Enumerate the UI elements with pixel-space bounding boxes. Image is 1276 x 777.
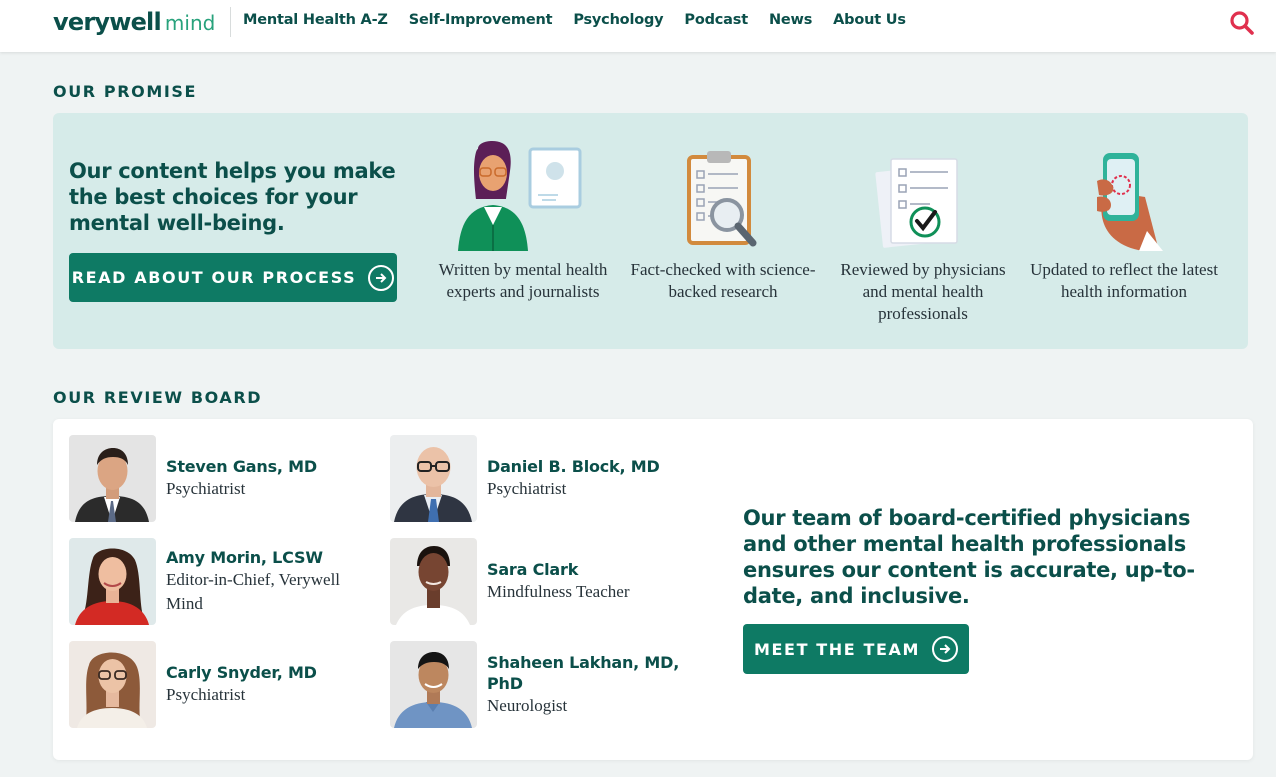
member-info: Shaheen Lakhan, MD, PhD Neurologist (487, 641, 702, 728)
board-statement: Our team of board-certified physicians a… (743, 506, 1195, 608)
member-name[interactable]: Daniel B. Block, MD (487, 456, 702, 477)
board-member[interactable]: Sara Clark Mindfulness Teacher (390, 538, 700, 626)
avatar (390, 641, 477, 728)
feature-label: Fact-checked with science-backed researc… (630, 260, 816, 301)
member-name[interactable]: Carly Snyder, MD (166, 662, 381, 683)
meet-the-team-label: MEET THE TEAM (753, 639, 921, 659)
nav-podcast[interactable]: Podcast (684, 12, 748, 28)
verywell-mind-logo[interactable]: verywell mind (53, 8, 215, 40)
review-board-heading: OUR REVIEW BOARD (53, 388, 263, 407)
site-header: verywell mind Mental Health A-Z Self-Imp… (0, 0, 1276, 52)
member-name[interactable]: Shaheen Lakhan, MD, PhD (487, 652, 702, 694)
promise-statement: Our content helps you make the best choi… (69, 159, 396, 235)
feature-updated: Updated to reflect the latest health inf… (1029, 133, 1219, 303)
meet-the-team-button[interactable]: MEET THE TEAM (743, 624, 969, 674)
member-role: Psychiatrist (166, 685, 246, 704)
member-role: Neurologist (487, 695, 568, 715)
feature-reviewed: Reviewed by physicians and mental health… (828, 133, 1018, 325)
member-name[interactable]: Amy Morin, LCSW (166, 547, 381, 568)
feature-fact-checked: Fact-checked with science-backed researc… (628, 133, 818, 303)
clipboard-magnifier-illustration (628, 133, 818, 251)
member-info: Sara Clark Mindfulness Teacher (487, 538, 702, 625)
nav-mental-health-a-z[interactable]: Mental Health A-Z (243, 12, 388, 28)
logo-subbrand: mind (164, 11, 216, 35)
arrow-right-icon (932, 636, 959, 662)
feature-written-by-experts: Written by mental health experts and jou… (428, 133, 618, 303)
member-name[interactable]: Steven Gans, MD (166, 456, 381, 477)
board-member[interactable]: Shaheen Lakhan, MD, PhD Neurologist (390, 641, 700, 729)
promise-panel: Our content helps you make the best choi… (53, 113, 1248, 349)
feature-label: Reviewed by physicians and mental health… (840, 260, 1006, 323)
review-board-panel: Steven Gans, MD Psychiatrist Daniel B. B… (53, 419, 1253, 760)
logo-divider (230, 7, 231, 37)
expert-illustration (428, 133, 618, 251)
nav-about-us[interactable]: About Us (833, 12, 906, 28)
member-info: Steven Gans, MD Psychiatrist (166, 435, 381, 522)
member-role: Mindfulness Teacher (487, 582, 630, 601)
member-info: Carly Snyder, MD Psychiatrist (166, 641, 381, 728)
member-role: Editor-in-Chief, Verywell Mind (166, 570, 341, 613)
nav-news[interactable]: News (769, 12, 812, 28)
member-info: Daniel B. Block, MD Psychiatrist (487, 435, 702, 522)
reviewed-checklist-illustration (828, 133, 1018, 251)
nav-psychology[interactable]: Psychology (573, 12, 663, 28)
member-role: Psychiatrist (487, 479, 567, 498)
main-nav: Mental Health A-Z Self-Improvement Psych… (243, 12, 906, 28)
board-member[interactable]: Daniel B. Block, MD Psychiatrist (390, 435, 700, 523)
logo-wordmark: verywell (53, 8, 162, 36)
feature-label: Written by mental health experts and jou… (438, 260, 608, 301)
board-member[interactable]: Steven Gans, MD Psychiatrist (69, 435, 379, 523)
member-name[interactable]: Sara Clark (487, 559, 702, 580)
read-about-process-label: READ ABOUT OUR PROCESS (71, 268, 357, 287)
member-role: Psychiatrist (166, 479, 246, 498)
arrow-right-icon (368, 264, 395, 291)
avatar (69, 641, 156, 728)
avatar (390, 538, 477, 625)
avatar (69, 435, 156, 522)
board-member[interactable]: Amy Morin, LCSW Editor-in-Chief, Verywel… (69, 538, 379, 626)
nav-self-improvement[interactable]: Self-Improvement (409, 12, 553, 28)
avatar (390, 435, 477, 522)
feature-label: Updated to reflect the latest health inf… (1030, 260, 1218, 301)
promise-heading: OUR PROMISE (53, 82, 198, 101)
read-about-process-button[interactable]: READ ABOUT OUR PROCESS (69, 253, 397, 302)
board-member[interactable]: Carly Snyder, MD Psychiatrist (69, 641, 379, 729)
phone-refresh-illustration (1029, 133, 1219, 251)
avatar (69, 538, 156, 625)
member-info: Amy Morin, LCSW Editor-in-Chief, Verywel… (166, 538, 381, 625)
search-icon[interactable] (1229, 10, 1255, 36)
